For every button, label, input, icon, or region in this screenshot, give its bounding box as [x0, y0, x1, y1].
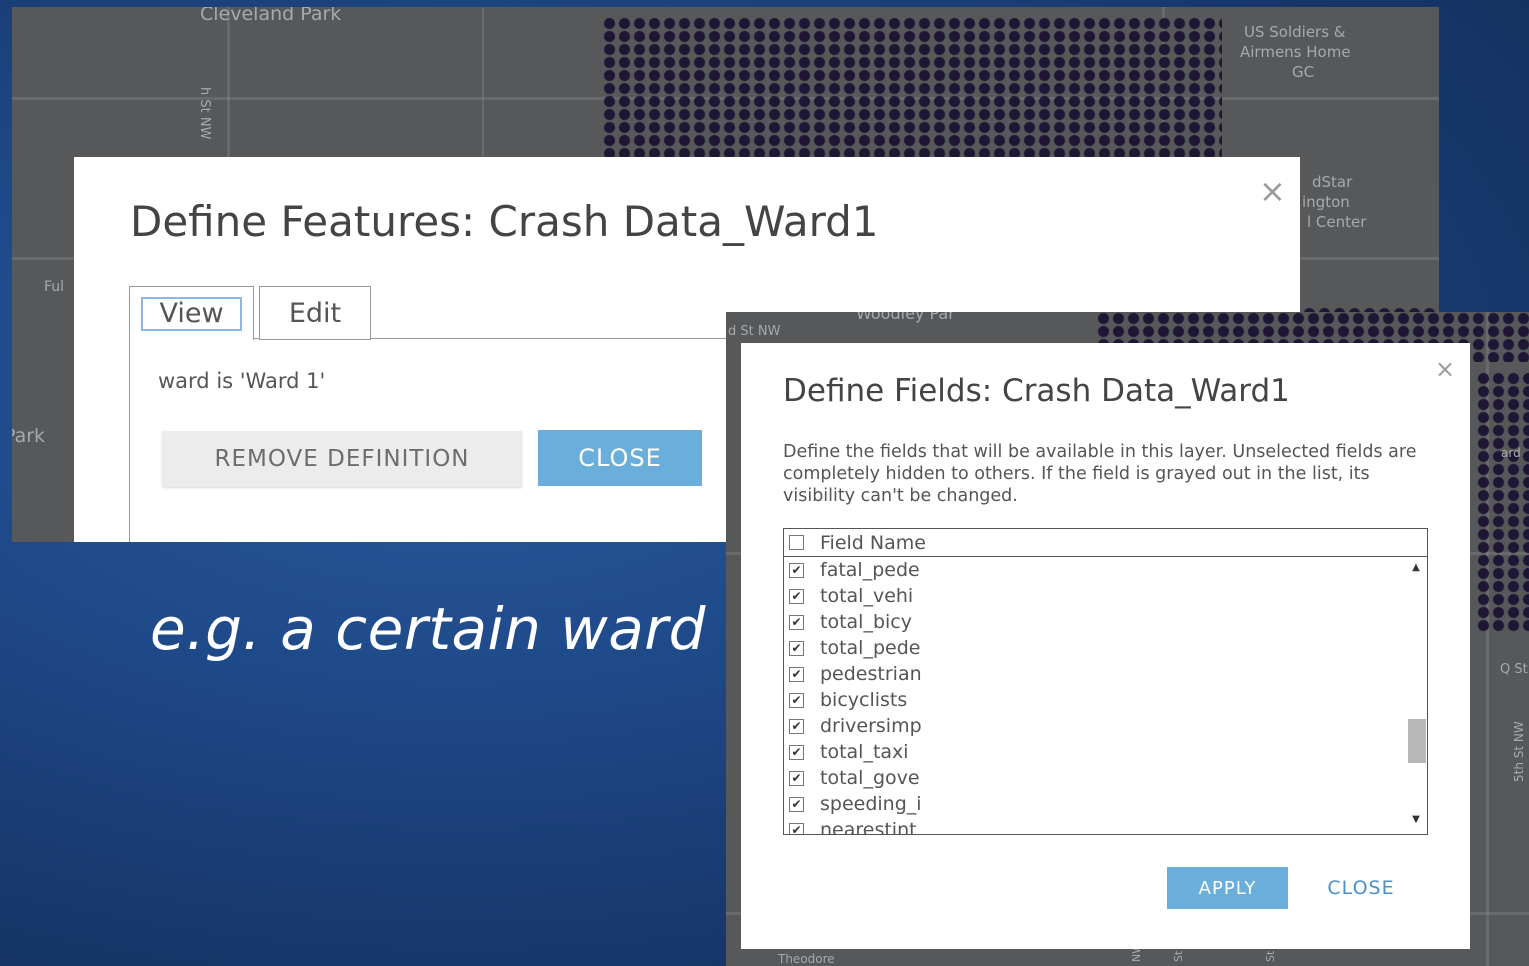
field-checkbox[interactable]: ✔ — [789, 718, 804, 734]
map-label-soldiers-home-2: Airmens Home — [1240, 43, 1351, 61]
field-checkbox[interactable]: ✔ — [789, 666, 804, 682]
field-row[interactable]: ✔ bicyclists — [784, 687, 1427, 713]
field-checkbox[interactable]: ✔ — [789, 770, 804, 786]
definition-expression: ward is 'Ward 1' — [158, 369, 326, 393]
field-name-label: bicyclists — [820, 689, 908, 711]
close-button[interactable]: CLOSE — [538, 430, 702, 486]
field-checkbox[interactable]: ✔ — [789, 796, 804, 812]
map-label-ward: ard — [1501, 446, 1521, 460]
field-checkbox[interactable]: ✔ — [789, 640, 804, 656]
map-label-q-st: Q St — [1500, 662, 1528, 677]
field-name-label: total_taxi — [820, 741, 909, 763]
field-table: Field Name ✔ fatal_pede ✔ total_vehi ✔ total_… — [783, 528, 1428, 835]
field-list: ✔ fatal_pede ✔ total_vehi ✔ total_bicy ✔ total_… — [784, 557, 1427, 835]
field-checkbox[interactable]: ✔ — [789, 562, 804, 578]
field-name-label: total_vehi — [820, 585, 914, 607]
dialog-title: Define Features: Crash Data_Ward1 — [130, 197, 879, 246]
select-all-checkbox[interactable] — [789, 535, 804, 550]
remove-definition-button[interactable]: REMOVE DEFINITION — [162, 431, 522, 487]
field-checkbox[interactable]: ✔ — [789, 822, 804, 834]
map-label-medstar-3: l Center — [1307, 213, 1367, 231]
map-label-street: h St NW — [197, 87, 212, 140]
scroll-thumb[interactable] — [1408, 719, 1426, 763]
scroll-down-arrow-icon[interactable]: ▼ — [1405, 809, 1427, 829]
field-name-label: total_gove — [820, 767, 920, 789]
map-label-st-2: St — [1264, 950, 1277, 962]
field-row[interactable]: ✔ pedestrian — [784, 661, 1427, 687]
field-name-label: total_pede — [820, 637, 921, 659]
field-checkbox[interactable]: ✔ — [789, 692, 804, 708]
field-name-label: pedestrian — [820, 663, 922, 685]
field-name-label: total_bicy — [820, 611, 912, 633]
tab-edit[interactable]: Edit — [259, 286, 371, 340]
map-label-medstar-2: ington — [1302, 193, 1350, 211]
crash-points — [1476, 372, 1529, 632]
close-icon[interactable]: × — [1435, 357, 1455, 381]
field-name-label: fatal_pede — [820, 559, 920, 581]
field-row[interactable]: ✔ total_vehi — [784, 583, 1427, 609]
field-row[interactable]: ✔ driversimp — [784, 713, 1427, 739]
field-row[interactable]: ✔ total_taxi — [784, 739, 1427, 765]
field-list-scrollbar[interactable]: ▲ ▼ — [1405, 557, 1427, 834]
map-label-st: St — [1172, 950, 1185, 962]
field-table-header: Field Name — [784, 529, 1427, 557]
field-checkbox[interactable]: ✔ — [789, 744, 804, 760]
map-label-theodore: Theodore — [778, 952, 835, 966]
field-checkbox[interactable]: ✔ — [789, 588, 804, 604]
field-row[interactable]: ✔ fatal_pede — [784, 557, 1427, 583]
map-label-woodley: Woodley Par — [856, 312, 955, 323]
close-button[interactable]: CLOSE — [1311, 867, 1411, 909]
tab-edit-label: Edit — [288, 297, 342, 329]
field-name-label: speeding_i — [820, 793, 922, 815]
define-fields-dialog: × Define Fields: Crash Data_Ward1 Define… — [741, 343, 1470, 949]
dialog-description: Define the fields that will be available… — [783, 442, 1417, 506]
slide-caption: e.g. a certain ward — [150, 595, 706, 663]
crash-points — [602, 17, 1222, 167]
field-checkbox[interactable]: ✔ — [789, 614, 804, 630]
apply-button[interactable]: APPLY — [1167, 867, 1288, 909]
dialog-title: Define Fields: Crash Data_Ward1 — [783, 373, 1290, 409]
field-row[interactable]: ✔ total_gove — [784, 765, 1427, 791]
map-label-soldiers-home-3: GC — [1292, 63, 1315, 81]
map-label-d-st: d St NW — [728, 324, 781, 339]
tab-view[interactable]: View — [129, 286, 254, 340]
map-label-5th-st: 5th St NW — [1512, 721, 1526, 782]
map-label-park: Park — [12, 425, 46, 447]
field-name-label: nearestint — [820, 819, 917, 835]
field-rows: ✔ fatal_pede ✔ total_vehi ✔ total_bicy ✔ total_… — [784, 557, 1427, 835]
tab-view-label: View — [141, 296, 242, 331]
map-label-medstar-1: dStar — [1312, 173, 1353, 191]
field-name-header: Field Name — [820, 531, 926, 554]
map-label-soldiers-home: US Soldiers & — [1244, 23, 1346, 41]
field-row[interactable]: ✔ nearestint — [784, 817, 1427, 835]
map-label-edge: Ful — [44, 279, 65, 295]
field-row[interactable]: ✔ total_pede — [784, 635, 1427, 661]
field-row[interactable]: ✔ total_bicy — [784, 609, 1427, 635]
map-label-cleveland-park: Cleveland Park — [200, 7, 342, 25]
scroll-up-arrow-icon[interactable]: ▲ — [1405, 557, 1427, 577]
field-name-label: driversimp — [820, 715, 922, 737]
field-row[interactable]: ✔ speeding_i — [784, 791, 1427, 817]
close-icon[interactable]: × — [1259, 175, 1286, 207]
